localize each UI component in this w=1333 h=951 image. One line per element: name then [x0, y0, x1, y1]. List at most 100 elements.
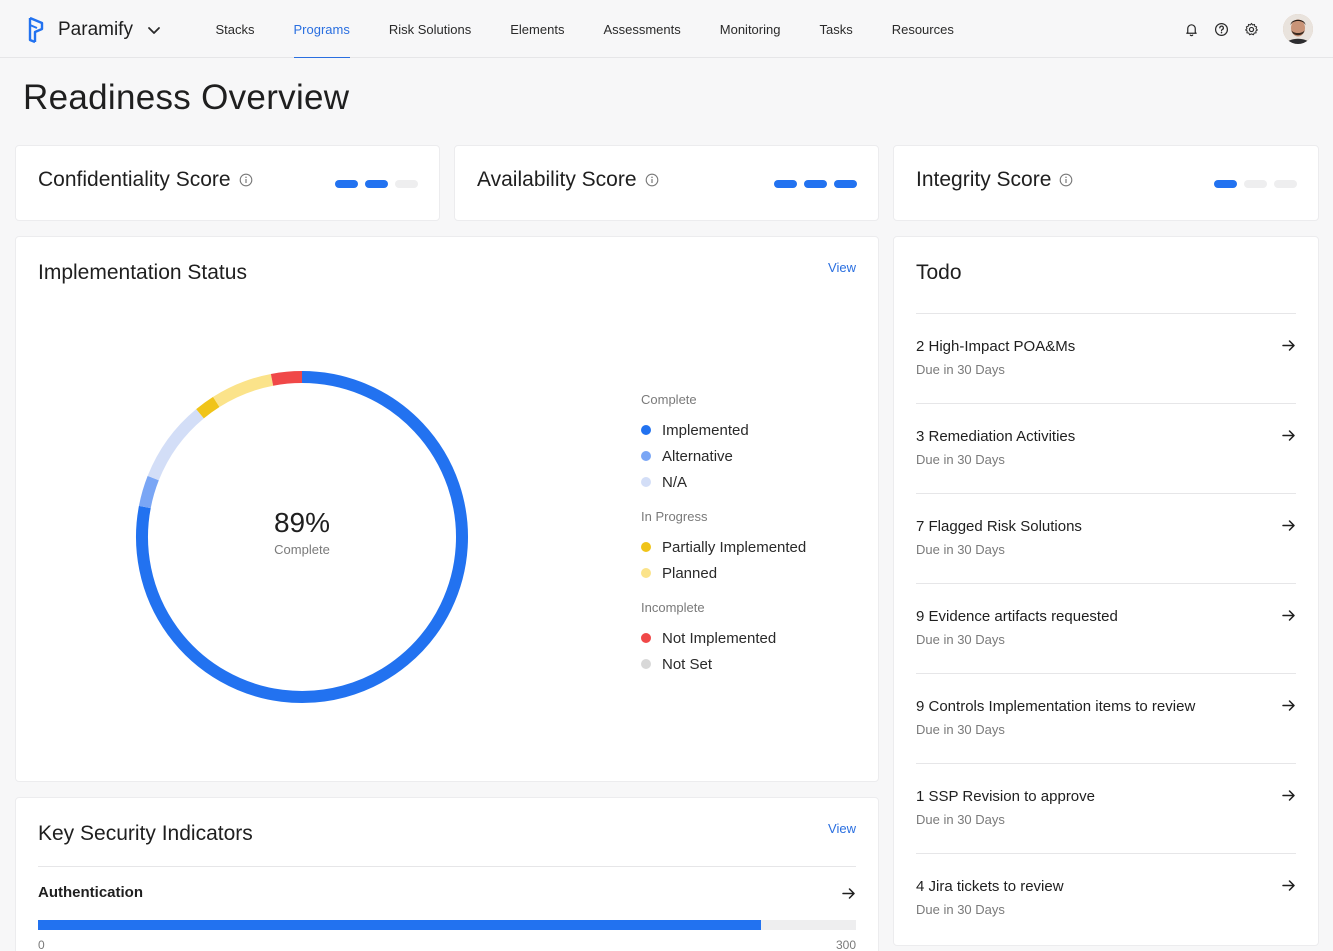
legend-item-partially-implemented: Partially Implemented — [641, 534, 806, 560]
legend-dot — [641, 659, 651, 669]
brand-switcher[interactable]: Paramify — [26, 14, 161, 46]
todo-card: Todo 2 High-Impact POA&Ms Due in 30 Days… — [893, 236, 1319, 946]
legend-dot — [641, 451, 651, 461]
completion-label: Complete — [274, 542, 330, 557]
score-dash — [365, 180, 388, 188]
top-navigation-bar: Paramify Stacks Programs Risk Solutions … — [0, 0, 1333, 58]
legend-group-in-progress: In Progress — [641, 509, 708, 524]
todo-item-title: 3 Remediation Activities — [916, 428, 1076, 445]
todo-item-due: Due in 30 Days — [916, 452, 1005, 467]
donut-segment-not-implemented — [270, 371, 303, 386]
nav-item-stacks[interactable]: Stacks — [196, 0, 274, 58]
ksi-view-link[interactable]: View — [828, 821, 856, 836]
arrow-right-icon[interactable] — [1281, 338, 1296, 353]
todo-item-title: 9 Controls Implementation items to revie… — [916, 698, 1196, 715]
arrow-right-icon[interactable] — [841, 886, 856, 901]
score-dash — [1244, 180, 1267, 188]
implementation-view-link[interactable]: View — [828, 260, 856, 275]
arrow-right-icon[interactable] — [1281, 878, 1296, 893]
donut-segment-planned — [213, 373, 274, 408]
nav-item-monitoring[interactable]: Monitoring — [700, 0, 800, 58]
arrow-right-icon[interactable] — [1281, 698, 1296, 713]
availability-score-indicator — [774, 180, 857, 188]
todo-item[interactable]: 2 High-Impact POA&Ms Due in 30 Days — [916, 313, 1296, 403]
todo-item-due: Due in 30 Days — [916, 812, 1005, 827]
availability-score-title: Availability Score — [477, 168, 637, 191]
legend-item-planned: Planned — [641, 560, 806, 586]
legend-label: Not Implemented — [662, 629, 777, 647]
score-dash — [804, 180, 827, 188]
nav-item-risk-solutions[interactable]: Risk Solutions — [369, 0, 490, 58]
donut-segment-alternative — [138, 475, 159, 509]
help-icon[interactable] — [1213, 21, 1229, 37]
nav-item-programs[interactable]: Programs — [274, 0, 369, 58]
implementation-status-card: Implementation Status View 89% Complete … — [15, 236, 879, 782]
arrow-right-icon[interactable] — [1281, 518, 1296, 533]
todo-item[interactable]: 1 SSP Revision to approve Due in 30 Days — [916, 763, 1296, 853]
nav-item-tasks[interactable]: Tasks — [800, 0, 872, 58]
todo-item-due: Due in 30 Days — [916, 632, 1005, 647]
legend-dot — [641, 568, 651, 578]
todo-item-title: 1 SSP Revision to approve — [916, 788, 1095, 805]
legend-label: N/A — [662, 473, 688, 491]
legend-dot — [641, 633, 651, 643]
chart-legend: Complete Implemented Alternative N/A In … — [641, 392, 806, 677]
legend-item-na: N/A — [641, 469, 806, 495]
todo-item[interactable]: 9 Controls Implementation items to revie… — [916, 673, 1296, 763]
legend-dot — [641, 477, 651, 487]
info-icon[interactable] — [645, 173, 659, 187]
legend-label: Not Set — [662, 655, 713, 673]
todo-item-title: 9 Evidence artifacts requested — [916, 608, 1118, 625]
legend-label: Partially Implemented — [662, 538, 807, 556]
info-icon[interactable] — [239, 173, 253, 187]
arrow-right-icon[interactable] — [1281, 788, 1296, 803]
divider — [38, 866, 856, 867]
todo-item-title: 4 Jira tickets to review — [916, 878, 1064, 895]
todo-item-due: Due in 30 Days — [916, 902, 1005, 917]
nav-item-assessments[interactable]: Assessments — [584, 0, 700, 58]
todo-item[interactable]: 9 Evidence artifacts requested Due in 30… — [916, 583, 1296, 673]
arrow-right-icon[interactable] — [1281, 428, 1296, 443]
integrity-score-indicator — [1214, 180, 1297, 188]
nav-item-resources[interactable]: Resources — [872, 0, 973, 58]
avatar[interactable] — [1283, 14, 1313, 44]
legend-item-not-set: Not Set — [641, 651, 806, 677]
chevron-down-icon — [148, 27, 160, 34]
legend-item-alternative: Alternative — [641, 443, 806, 469]
legend-label: Implemented — [662, 421, 749, 439]
todo-item-title: 2 High-Impact POA&Ms — [916, 338, 1076, 355]
confidentiality-score-title: Confidentiality Score — [38, 168, 231, 191]
progress-min-label: 0 — [38, 938, 45, 951]
legend-dot — [641, 542, 651, 552]
gear-icon[interactable] — [1243, 21, 1259, 37]
score-dash — [1214, 180, 1237, 188]
info-icon[interactable] — [1059, 173, 1073, 187]
availability-score-card: Availability Score — [454, 145, 879, 221]
confidentiality-score-indicator — [335, 180, 418, 188]
todo-item[interactable]: 3 Remediation Activities Due in 30 Days — [916, 403, 1296, 493]
ksi-title: Key Security Indicators — [38, 822, 253, 845]
todo-title: Todo — [916, 261, 962, 284]
authentication-progress-bar — [38, 920, 856, 930]
page-title: Readiness Overview — [23, 78, 350, 117]
todo-item[interactable]: 7 Flagged Risk Solutions Due in 30 Days — [916, 493, 1296, 583]
donut-segment-partially-implemented — [196, 396, 220, 419]
implementation-status-title: Implementation Status — [38, 261, 247, 284]
nav-item-elements[interactable]: Elements — [491, 0, 584, 58]
progress-max-label: 300 — [835, 938, 856, 951]
progress-fill — [38, 920, 761, 930]
integrity-score-card: Integrity Score — [893, 145, 1319, 221]
todo-item[interactable]: 4 Jira tickets to review Due in 30 Days — [916, 853, 1296, 943]
bell-icon[interactable] — [1183, 21, 1199, 37]
todo-item-due: Due in 30 Days — [916, 362, 1005, 377]
key-security-indicators-card: Key Security Indicators View Authenticat… — [15, 797, 879, 951]
todo-item-due: Due in 30 Days — [916, 542, 1005, 557]
arrow-right-icon[interactable] — [1281, 608, 1296, 623]
donut-center: 89% Complete — [134, 507, 470, 557]
ksi-authentication-label: Authentication — [38, 884, 143, 901]
confidentiality-score-card: Confidentiality Score — [15, 145, 440, 221]
legend-dot — [641, 425, 651, 435]
todo-item-title: 7 Flagged Risk Solutions — [916, 518, 1082, 535]
brand-name: Paramify — [58, 19, 133, 40]
integrity-score-title: Integrity Score — [916, 168, 1052, 191]
